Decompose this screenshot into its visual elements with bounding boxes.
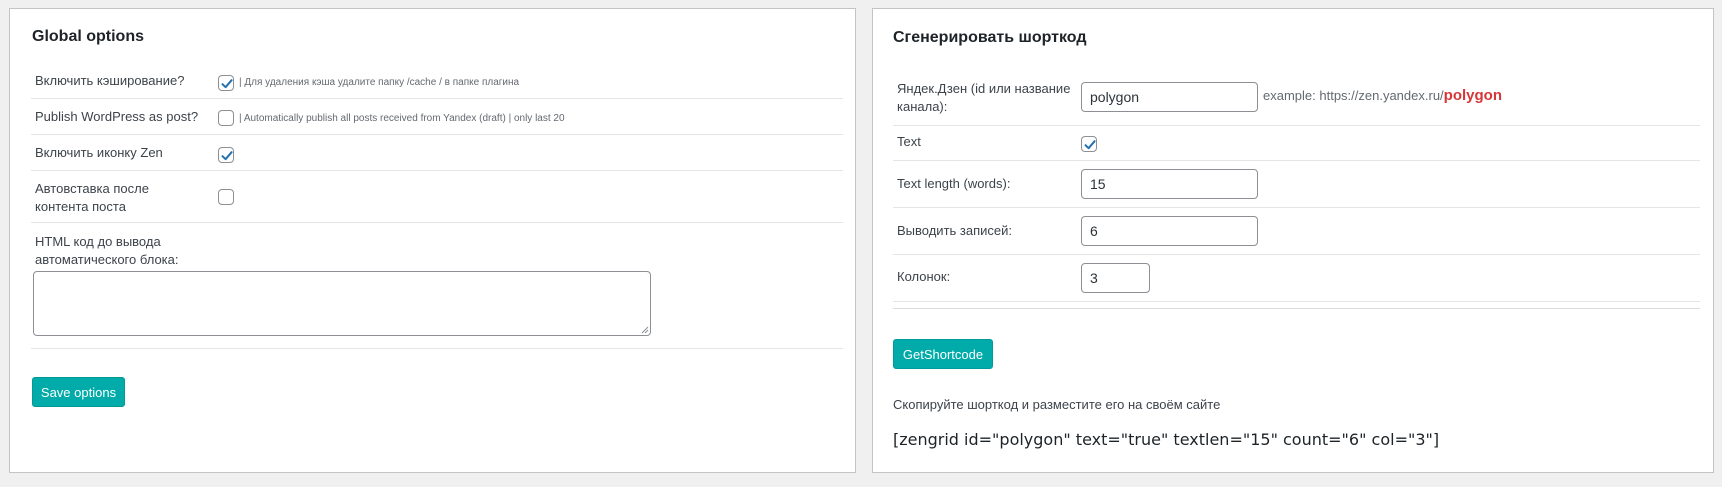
- channel-label: Яндек.Дзен (id или название канала):: [897, 81, 1071, 114]
- records-input[interactable]: 6: [1081, 216, 1258, 246]
- text-length-input[interactable]: 15: [1081, 169, 1258, 199]
- row-divider: [31, 134, 843, 135]
- text-length-label: Text length (words):: [897, 176, 1011, 191]
- channel-input[interactable]: polygon: [1081, 82, 1258, 112]
- form-divider: [893, 308, 1700, 309]
- checkmark-icon: [221, 79, 233, 89]
- channel-example: example: https://zen.yandex.ru/polygon: [1263, 87, 1502, 104]
- autoinsert-label: Автовставка после контента поста: [35, 181, 149, 214]
- enable-cache-hint: | Для удаления кэша удалите папку /cache…: [239, 77, 520, 88]
- shortcode-output: [zengrid id="polygon" text="true" textle…: [893, 430, 1440, 449]
- columns-input[interactable]: 3: [1081, 263, 1150, 293]
- copy-hint: Скопируйте шорткод и разместите его на с…: [893, 397, 1221, 412]
- panel-title: Сгенерировать шорткод: [893, 29, 1087, 46]
- enable-zen-icon-checkbox[interactable]: [218, 147, 234, 163]
- panel-title: Global options: [32, 28, 144, 45]
- html-before-block-textarea[interactable]: [33, 271, 651, 336]
- publish-as-post-label: Publish WordPress as post?: [35, 109, 199, 124]
- html-before-block-label: HTML код до вывода автоматического блока…: [35, 234, 179, 267]
- row-divider: [893, 254, 1700, 255]
- enable-zen-icon-label: Включить иконку Zen: [35, 145, 163, 160]
- row-divider: [893, 207, 1700, 208]
- resize-grip-icon[interactable]: [641, 326, 649, 334]
- enable-cache-label: Включить кэширование?: [35, 73, 185, 88]
- row-divider: [31, 170, 843, 171]
- records-label: Выводить записей:: [897, 223, 1013, 238]
- text-checkbox[interactable]: [1081, 136, 1097, 152]
- example-accent: polygon: [1443, 87, 1502, 104]
- get-shortcode-button[interactable]: GetShortcode: [893, 339, 993, 369]
- publish-as-post-hint: | Automatically publish all posts receiv…: [239, 113, 565, 124]
- publish-as-post-checkbox[interactable]: [218, 110, 234, 126]
- autoinsert-checkbox[interactable]: [218, 189, 234, 205]
- save-options-button[interactable]: Save options: [32, 377, 125, 407]
- enable-cache-checkbox[interactable]: [218, 75, 234, 91]
- row-divider: [893, 125, 1700, 126]
- checkmark-icon: [1084, 140, 1096, 150]
- row-divider: [893, 301, 1700, 302]
- text-label: Text: [897, 134, 921, 149]
- row-divider: [31, 348, 843, 349]
- columns-label: Колонок:: [897, 269, 951, 284]
- row-divider: [31, 222, 843, 223]
- row-divider: [31, 98, 843, 99]
- example-prefix: example: https://zen.yandex.ru/: [1263, 88, 1444, 103]
- global-options-panel: Global options Включить кэширование? | Д…: [9, 8, 856, 473]
- checkmark-icon: [221, 151, 233, 161]
- shortcode-generator-panel: Сгенерировать шорткод Яндек.Дзен (id или…: [872, 8, 1714, 473]
- row-divider: [893, 160, 1700, 161]
